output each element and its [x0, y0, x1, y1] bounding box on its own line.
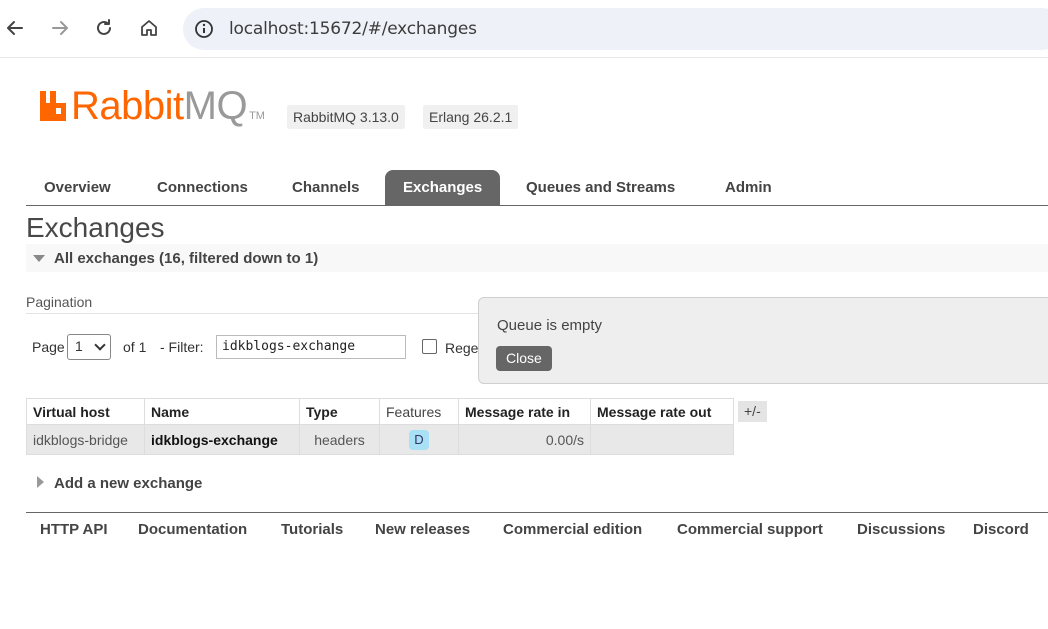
browser-toolbar: localhost:15672/#/exchanges — [0, 0, 1048, 58]
url-text: localhost:15672/#/exchanges — [229, 19, 477, 39]
logo-mq-text: MQ — [183, 84, 248, 128]
cell-rate-out — [590, 424, 734, 455]
footer-link-commercial-support[interactable]: Commercial support — [677, 521, 823, 538]
back-arrow-icon[interactable] — [1, 14, 29, 42]
durable-badge: D — [409, 429, 429, 450]
tab-exchanges[interactable]: Exchanges — [385, 170, 501, 206]
close-button[interactable]: Close — [496, 346, 552, 371]
logo-rabbit-text: Rabbit — [71, 84, 184, 128]
page-label: Page — [32, 339, 65, 355]
filter-input[interactable]: idkblogs-exchange — [216, 335, 406, 359]
tab-overview[interactable]: Overview — [26, 170, 129, 206]
tab-connections[interactable]: Connections — [139, 170, 266, 206]
regex-checkbox[interactable] — [422, 339, 437, 354]
tab-admin[interactable]: Admin — [707, 170, 790, 206]
regex-label: Rege — [445, 340, 479, 356]
footer-link-new-releases[interactable]: New releases — [375, 521, 470, 538]
home-icon[interactable] — [135, 14, 163, 42]
erlang-version-badge: Erlang 26.2.1 — [423, 105, 519, 129]
col-virtual-host[interactable]: Virtual host — [26, 398, 145, 425]
footer-link-discord[interactable]: Discord — [973, 521, 1029, 538]
logo-tm-text: TM — [249, 110, 265, 122]
table-row: idkblogs-bridge idkblogs-exchange header… — [26, 424, 734, 455]
collapse-arrow-icon — [33, 255, 45, 262]
main-tabs: Overview Connections Channels Exchanges … — [26, 170, 1048, 206]
col-message-rate-out[interactable]: Message rate out — [590, 398, 734, 425]
address-bar[interactable]: localhost:15672/#/exchanges — [183, 8, 1048, 50]
columns-toggle-button[interactable]: +/- — [738, 401, 767, 422]
col-name[interactable]: Name — [144, 398, 300, 425]
col-message-rate-in[interactable]: Message rate in — [458, 398, 591, 425]
page-count: of 1 — [123, 339, 147, 355]
pagination-label: Pagination — [26, 294, 93, 310]
section-label: All exchanges (16, filtered down to 1) — [54, 250, 319, 267]
reload-icon[interactable] — [90, 14, 118, 42]
footer-link-discussions[interactable]: Discussions — [857, 521, 945, 538]
expand-arrow-icon — [37, 476, 44, 488]
footer-link-http-api[interactable]: HTTP API — [40, 521, 108, 538]
add-exchange-toggle[interactable]: Add a new exchange — [54, 475, 202, 492]
cell-type: headers — [299, 424, 380, 455]
footer-link-tutorials[interactable]: Tutorials — [281, 521, 343, 538]
all-exchanges-section-toggle[interactable]: All exchanges (16, filtered down to 1) — [26, 244, 1048, 272]
page-select-value: 1 — [75, 338, 83, 354]
forward-arrow-icon[interactable] — [46, 14, 74, 42]
exchanges-table: Virtual host Name Type Features Message … — [26, 398, 734, 455]
popup-message: Queue is empty — [497, 317, 603, 334]
page-title: Exchanges — [26, 212, 165, 243]
footer-link-documentation[interactable]: Documentation — [138, 521, 247, 538]
cell-features: D — [379, 424, 459, 455]
cell-rate-in: 0.00/s — [458, 424, 591, 455]
rabbitmq-version-badge: RabbitMQ 3.13.0 — [287, 105, 405, 129]
rabbitmq-logo[interactable]: Rabbit MQ TM — [38, 86, 265, 126]
table-header-row: Virtual host Name Type Features Message … — [26, 398, 734, 425]
col-type[interactable]: Type — [299, 398, 380, 425]
pagination-divider — [26, 313, 480, 314]
col-features: Features — [379, 398, 459, 425]
page-select[interactable]: 1 — [67, 334, 111, 360]
rabbitmq-logo-icon — [40, 91, 66, 121]
chevron-down-icon — [94, 339, 106, 351]
site-info-icon[interactable] — [193, 18, 215, 40]
notification-popup: Queue is empty Close — [478, 297, 1048, 384]
footer-link-commercial-edition[interactable]: Commercial edition — [503, 521, 642, 538]
exchange-name-link[interactable]: idkblogs-exchange — [144, 424, 300, 455]
footer-divider — [26, 512, 1048, 513]
filter-label: - Filter: — [160, 339, 204, 355]
tab-queues-and-streams[interactable]: Queues and Streams — [508, 170, 693, 206]
tab-channels[interactable]: Channels — [274, 170, 378, 206]
cell-vhost: idkblogs-bridge — [26, 424, 145, 455]
